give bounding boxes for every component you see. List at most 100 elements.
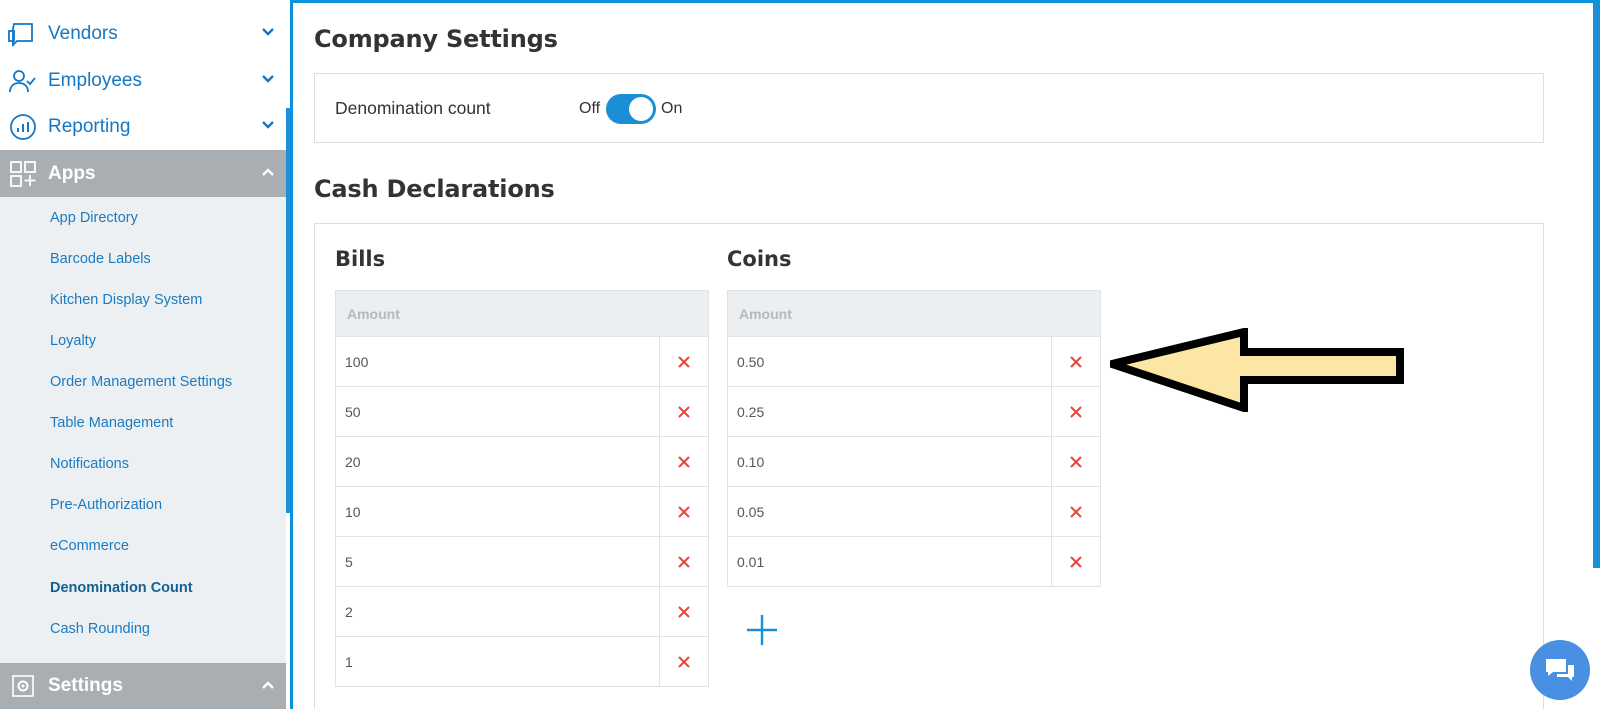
table-row: 50 [336, 386, 708, 437]
employees-icon [8, 66, 38, 96]
close-icon [678, 555, 690, 568]
cash-declarations-title: Cash Declarations [314, 175, 555, 203]
toggle-knob [629, 97, 653, 121]
company-settings-title: Company Settings [314, 25, 558, 53]
sidebar-item-pre-authorization[interactable]: Pre-Authorization [50, 497, 162, 513]
sidebar-item-app-directory[interactable]: App Directory [50, 210, 138, 226]
amount-value[interactable]: 5 [336, 554, 659, 570]
amount-value[interactable]: 10 [336, 504, 659, 520]
coins-table: Amount 0.50 0.25 0.10 0.05 0.01 [727, 290, 1101, 587]
sidebar-section-label: Settings [48, 675, 123, 696]
amount-value[interactable]: 100 [336, 354, 659, 370]
apps-grid-icon [8, 159, 38, 189]
denomination-count-label: Denomination count [335, 98, 491, 118]
add-denomination-plus-icon[interactable] [745, 613, 779, 647]
sidebar-section-settings[interactable]: Settings [0, 663, 286, 709]
table-row: 0.50 [728, 336, 1100, 387]
delete-button[interactable] [1051, 486, 1100, 537]
gear-icon [8, 671, 38, 701]
table-row: 100 [336, 336, 708, 387]
delete-button[interactable] [659, 586, 708, 637]
sidebar-item-ecommerce[interactable]: eCommerce [50, 538, 129, 554]
table-row: 5 [336, 536, 708, 587]
apps-submenu: App Directory Barcode Labels Kitchen Dis… [0, 197, 286, 663]
close-icon [1070, 455, 1082, 468]
cash-declarations-panel: Bills Coins Amount 100 50 20 10 5 2 1 Amount 0… [314, 223, 1544, 709]
sidebar-item-vendors[interactable]: Vendors [0, 10, 286, 57]
amount-value[interactable]: 0.10 [728, 454, 1051, 470]
delete-button[interactable] [659, 336, 708, 387]
denomination-count-toggle[interactable] [606, 94, 656, 124]
table-row: 1 [336, 636, 708, 687]
bills-table: Amount 100 50 20 10 5 2 1 [335, 290, 709, 687]
table-row: 0.01 [728, 536, 1100, 587]
table-row: 10 [336, 486, 708, 537]
sidebar-item-label: Vendors [48, 22, 118, 44]
delete-button[interactable] [659, 486, 708, 537]
close-icon [678, 655, 690, 668]
sidebar-item-notifications[interactable]: Notifications [50, 456, 129, 472]
delete-button[interactable] [1051, 536, 1100, 587]
table-row: 0.25 [728, 386, 1100, 437]
amount-value[interactable]: 0.50 [728, 354, 1051, 370]
amount-value[interactable]: 0.05 [728, 504, 1051, 520]
toggle-off-label: Off [579, 100, 601, 117]
delete-button[interactable] [659, 386, 708, 437]
table-row: 0.05 [728, 486, 1100, 537]
sidebar-item-order-management-settings[interactable]: Order Management Settings [50, 374, 232, 390]
annotation-arrow [1110, 328, 1404, 412]
amount-value[interactable]: 2 [336, 604, 659, 620]
sidebar-item-kitchen-display-system[interactable]: Kitchen Display System [50, 292, 202, 308]
company-settings-panel: Denomination count Off On [314, 73, 1544, 143]
sidebar-divider [290, 0, 293, 709]
chevron-down-icon [262, 121, 274, 129]
amount-value[interactable]: 50 [336, 404, 659, 420]
table-row: 20 [336, 436, 708, 487]
chevron-up-icon [262, 681, 274, 689]
bills-title: Bills [335, 247, 386, 271]
delete-button[interactable] [1051, 336, 1100, 387]
delete-button[interactable] [1051, 436, 1100, 487]
sidebar-item-cash-rounding[interactable]: Cash Rounding [50, 621, 150, 637]
table-row: 2 [336, 586, 708, 637]
coins-table-header: Amount [728, 291, 1100, 336]
chevron-down-icon [262, 28, 274, 36]
chat-bubble-icon [1546, 659, 1574, 681]
amount-value[interactable]: 0.25 [728, 404, 1051, 420]
delete-button[interactable] [659, 436, 708, 487]
close-icon [1070, 555, 1082, 568]
truck-icon [8, 19, 38, 49]
sidebar-item-denomination-count[interactable]: Denomination Count [50, 580, 193, 596]
table-row: 0.10 [728, 436, 1100, 487]
sidebar-item-reporting[interactable]: Reporting [0, 103, 286, 150]
sidebar-item-barcode-labels[interactable]: Barcode Labels [50, 251, 151, 267]
close-icon [678, 355, 690, 368]
sidebar-item-table-management[interactable]: Table Management [50, 415, 173, 431]
chevron-down-icon [262, 75, 274, 83]
close-icon [1070, 355, 1082, 368]
reporting-icon [8, 112, 38, 142]
chat-button[interactable] [1530, 640, 1590, 700]
main-scrollbar-thumb[interactable] [1593, 3, 1600, 568]
sidebar-item-label: Employees [48, 69, 142, 91]
delete-button[interactable] [659, 536, 708, 587]
close-icon [678, 605, 690, 618]
bills-table-header: Amount [336, 291, 708, 336]
sidebar-section-apps[interactable]: Apps [0, 150, 286, 197]
chevron-up-icon [262, 168, 274, 176]
sidebar-item-label: Reporting [48, 115, 131, 137]
close-icon [678, 505, 690, 518]
toggle-on-label: On [661, 100, 683, 117]
amount-value[interactable]: 1 [336, 654, 659, 670]
close-icon [678, 455, 690, 468]
close-icon [1070, 405, 1082, 418]
amount-value[interactable]: 20 [336, 454, 659, 470]
delete-button[interactable] [659, 636, 708, 687]
amount-value[interactable]: 0.01 [728, 554, 1051, 570]
close-icon [678, 405, 690, 418]
close-icon [1070, 505, 1082, 518]
sidebar: Vendors Employees Reporting Apps App Dir… [0, 0, 293, 709]
sidebar-item-loyalty[interactable]: Loyalty [50, 333, 96, 349]
sidebar-item-employees[interactable]: Employees [0, 57, 286, 104]
delete-button[interactable] [1051, 386, 1100, 437]
